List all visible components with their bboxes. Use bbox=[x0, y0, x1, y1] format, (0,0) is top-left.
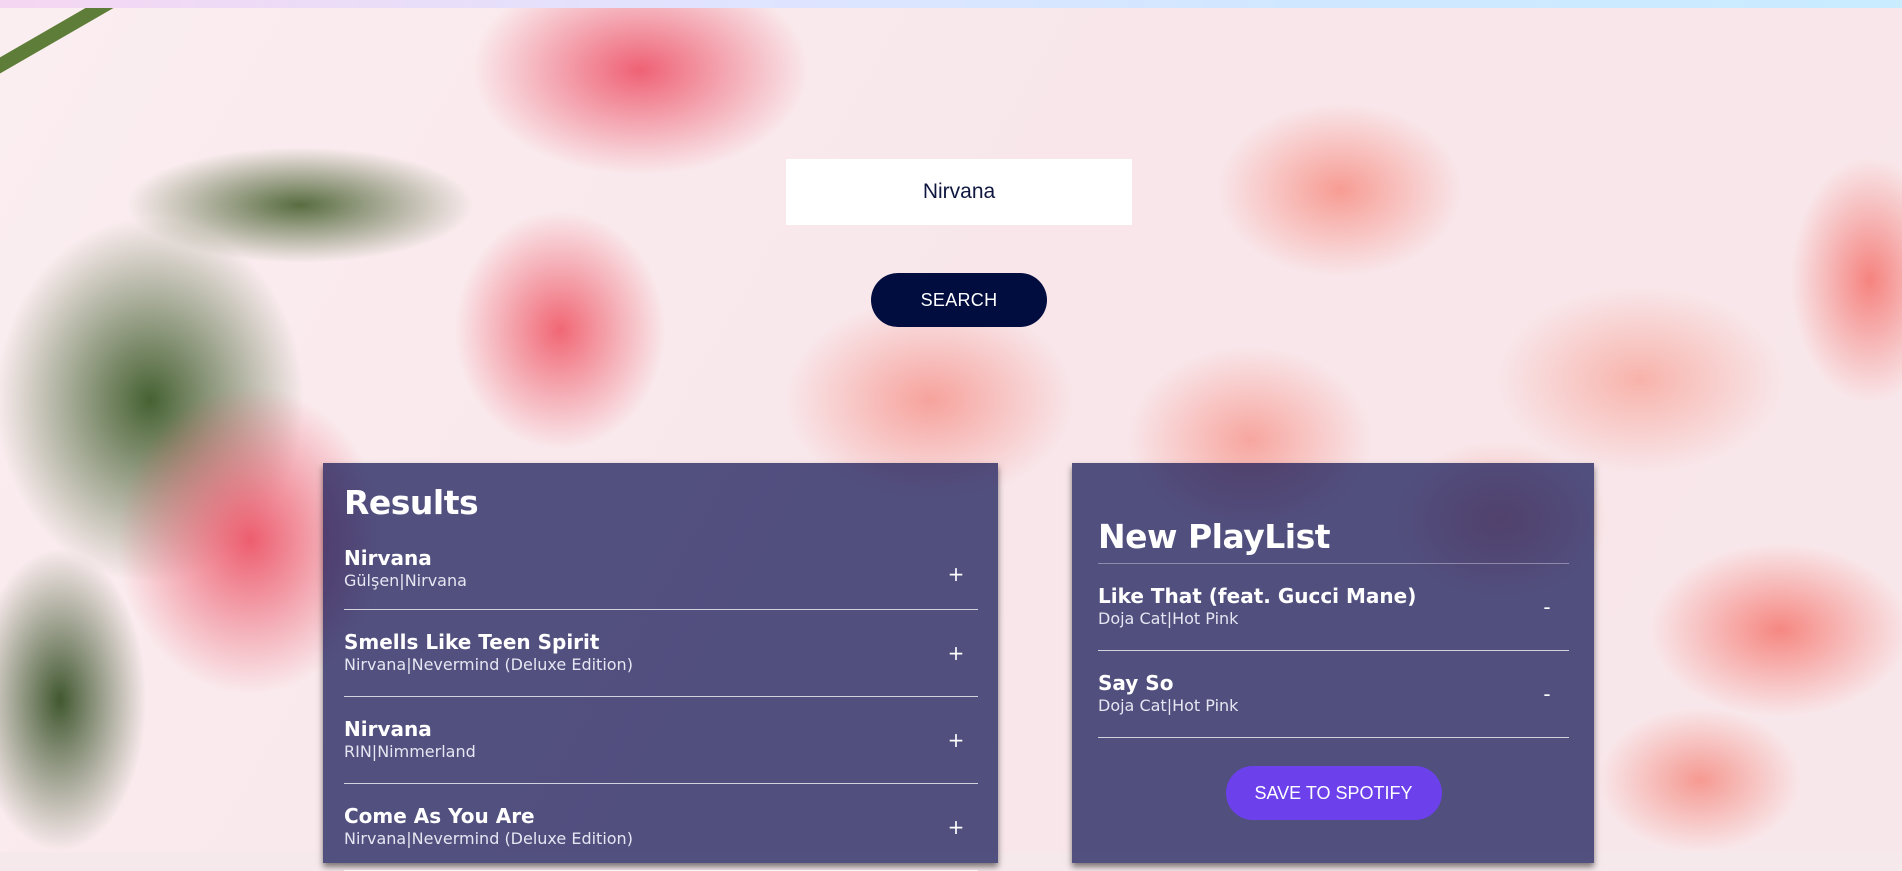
playlist-track: Like That (feat. Gucci Mane) Doja Cat|Ho… bbox=[1098, 564, 1569, 651]
track-info: Smells Like Teen Spirit Nirvana|Nevermin… bbox=[344, 630, 934, 676]
track-artist-album: Doja Cat|Hot Pink bbox=[1098, 609, 1239, 628]
save-to-spotify-button[interactable]: SAVE TO SPOTIFY bbox=[1225, 766, 1442, 820]
track-name: Say So bbox=[1098, 671, 1174, 695]
track-artist-album: Nirvana|Nevermind (Deluxe Edition) bbox=[344, 655, 633, 674]
results-panel: Results Nirvana Gülşen|Nirvana + Smells … bbox=[323, 463, 998, 871]
track-name: Like That (feat. Gucci Mane) bbox=[1098, 584, 1417, 608]
result-track: Smells Like Teen Spirit Nirvana|Nevermin… bbox=[344, 610, 978, 697]
track-artist-album: Doja Cat|Hot Pink bbox=[1098, 696, 1239, 715]
track-artist-album: RIN|Nimmerland bbox=[344, 742, 476, 761]
track-info: Say So Doja Cat|Hot Pink bbox=[1098, 671, 1525, 717]
results-title: Results bbox=[344, 483, 479, 522]
playlist-panel: New PlayList Like That (feat. Gucci Mane… bbox=[1072, 463, 1594, 863]
track-info: Nirvana Gülşen|Nirvana bbox=[344, 546, 934, 592]
track-name: Nirvana bbox=[344, 546, 432, 570]
add-track-button[interactable]: + bbox=[934, 815, 978, 839]
track-info: Come As You Are Nirvana|Nevermind (Delux… bbox=[344, 804, 934, 850]
result-track: Nirvana Gülşen|Nirvana + bbox=[344, 539, 978, 610]
track-info: Nirvana RIN|Nimmerland bbox=[344, 717, 934, 763]
remove-track-button[interactable]: - bbox=[1525, 595, 1569, 619]
search-button[interactable]: SEARCH bbox=[871, 273, 1047, 327]
search-input[interactable] bbox=[786, 159, 1132, 225]
top-gradient-bar bbox=[0, 0, 1902, 8]
add-track-button[interactable]: + bbox=[934, 728, 978, 752]
playlist-track: Say So Doja Cat|Hot Pink - bbox=[1098, 651, 1569, 738]
add-track-button[interactable]: + bbox=[934, 641, 978, 665]
track-artist-album: Nirvana|Nevermind (Deluxe Edition) bbox=[344, 829, 633, 848]
track-name: Smells Like Teen Spirit bbox=[344, 630, 600, 654]
playlist-title: New PlayList bbox=[1098, 515, 1569, 564]
result-track: Nirvana RIN|Nimmerland + bbox=[344, 697, 978, 784]
track-name: Come As You Are bbox=[344, 804, 535, 828]
rose-stem bbox=[0, 0, 226, 84]
result-track: Come As You Are Nirvana|Nevermind (Delux… bbox=[344, 784, 978, 871]
remove-track-button[interactable]: - bbox=[1525, 682, 1569, 706]
track-name: Nirvana bbox=[344, 717, 432, 741]
track-artist-album: Gülşen|Nirvana bbox=[344, 571, 467, 590]
track-info: Like That (feat. Gucci Mane) Doja Cat|Ho… bbox=[1098, 584, 1525, 630]
add-track-button[interactable]: + bbox=[934, 562, 978, 586]
